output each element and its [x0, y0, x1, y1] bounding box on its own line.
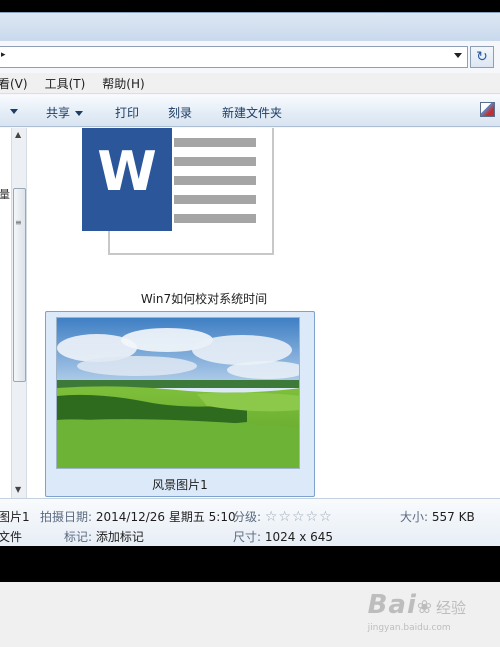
vertical-scrollbar[interactable]: ▲ ≡ ▼	[11, 128, 27, 498]
doc-line	[174, 138, 256, 147]
jingyan-label: 经验	[435, 599, 466, 617]
detail-date: 拍摄日期: 2014/12/26 星期五 5:10	[40, 508, 236, 525]
doc-line	[174, 176, 256, 185]
change-view-icon[interactable]	[480, 102, 495, 117]
tags-value[interactable]: 添加标记	[96, 530, 144, 544]
nav-item-label[interactable]: 量	[0, 186, 10, 202]
breadcrumb-arrow-icon[interactable]: ▸	[1, 50, 6, 60]
file-list[interactable]: W Win7如何校对系统时间 风景图片1	[27, 128, 500, 498]
rating-label: 分级:	[233, 510, 262, 524]
share-button[interactable]: 共享	[46, 104, 84, 121]
details-pane: 图片1 文件 拍摄日期: 2014/12/26 星期五 5:10 分级: ☆☆☆…	[0, 498, 500, 546]
image-thumbnail	[56, 317, 300, 469]
scroll-up-icon[interactable]: ▲	[15, 130, 21, 139]
detail-tags[interactable]: 标记: 添加标记	[64, 528, 144, 545]
date-label: 拍摄日期:	[40, 510, 93, 524]
dimensions-value: 1024 x 645	[264, 530, 334, 544]
scroll-down-icon[interactable]: ▼	[15, 485, 21, 494]
refresh-button[interactable]: ↻	[470, 46, 494, 68]
watermark-url: jingyan.baidu.com	[367, 623, 451, 633]
doc-line	[174, 195, 256, 204]
explorer-window: ▸ ↻ 看(V) 工具(T) 帮助(H) 共享 打印 刻录 新建文件夹 量 ▲ …	[0, 12, 500, 546]
landscape-image	[57, 318, 299, 468]
chevron-down-icon	[75, 111, 84, 116]
print-button[interactable]: 打印	[115, 104, 139, 121]
baidu-jingyan-watermark: Bai❀ 经验 jingyan.baidu.com	[367, 590, 466, 633]
file-name[interactable]: 风景图片1	[46, 476, 314, 493]
tags-label: 标记:	[64, 530, 93, 544]
file-item-image-selected[interactable]: 风景图片1	[45, 311, 315, 497]
detail-size: 大小: 557 KB	[400, 508, 475, 525]
window-frame	[0, 13, 500, 41]
detail-file-name: 图片1	[0, 510, 30, 524]
date-value: 2014/12/26 星期五 5:10	[95, 510, 236, 524]
dimensions-label: 尺寸:	[233, 530, 262, 544]
detail-rating[interactable]: 分级: ☆☆☆☆☆	[233, 508, 333, 525]
burn-button[interactable]: 刻录	[168, 104, 192, 121]
share-label: 共享	[46, 106, 71, 120]
word-icon: W	[82, 128, 172, 231]
baidu-logo: Bai	[367, 590, 417, 620]
detail-dimensions: 尺寸: 1024 x 645	[233, 528, 333, 545]
detail-file-type: 文件	[0, 530, 23, 544]
file-name[interactable]: Win7如何校对系统时间	[54, 290, 354, 307]
menu-bar: 看(V) 工具(T) 帮助(H)	[0, 73, 500, 94]
menu-tools[interactable]: 工具(T)	[45, 75, 86, 92]
size-value: 557 KB	[431, 510, 475, 524]
menu-view[interactable]: 看(V)	[0, 75, 28, 92]
rating-stars-icon[interactable]: ☆☆☆☆☆	[265, 509, 333, 525]
doc-line	[174, 157, 256, 166]
size-label: 大小:	[400, 510, 429, 524]
organize-dropdown-icon[interactable]	[10, 109, 18, 114]
doc-line	[174, 214, 256, 223]
address-bar[interactable]: ▸	[0, 46, 468, 68]
menu-help[interactable]: 帮助(H)	[102, 75, 144, 92]
new-folder-button[interactable]: 新建文件夹	[222, 104, 282, 121]
command-bar: 共享 打印 刻录 新建文件夹	[0, 95, 500, 127]
paw-icon: ❀	[416, 597, 432, 618]
address-dropdown-icon[interactable]	[454, 53, 462, 58]
scroll-grip-icon: ≡	[15, 218, 22, 227]
